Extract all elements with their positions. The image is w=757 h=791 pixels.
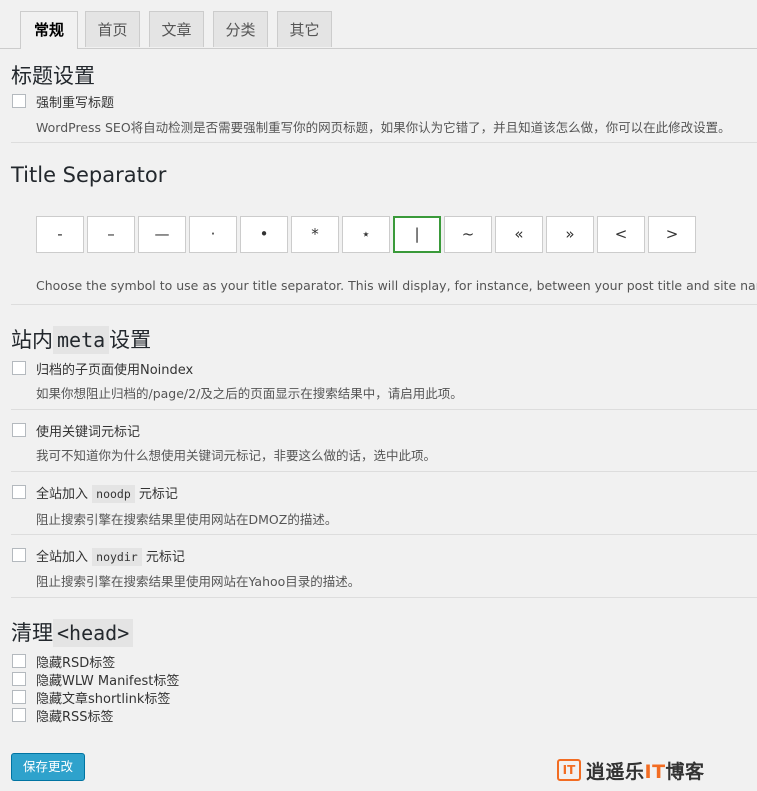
meta-heading-code: meta: [53, 326, 110, 354]
force-rewrite-description: WordPress SEO将自动检测是否需要强制重写你的网页标题，如果你认为它错…: [36, 120, 731, 135]
hide-rss-label: 隐藏RSS标签: [36, 710, 114, 725]
head-cleanup-heading: 清理 <head>: [11, 617, 134, 647]
noodp-description: 阻止搜索引擎在搜索结果里使用网站在DMOZ的描述。: [36, 512, 338, 527]
hide-wlw-checkbox[interactable]: [12, 672, 26, 686]
separator-option-greater-than[interactable]: >: [648, 216, 696, 253]
divider: [11, 304, 757, 305]
keywords-description: 我可不知道你为什么想使用关键词元标记，非要这么做的话，选中此项。: [36, 448, 437, 463]
tab-other[interactable]: 其它: [277, 11, 332, 47]
noydir-label-prefix: 全站加入: [36, 550, 89, 565]
head-heading-prefix: 清理: [11, 621, 53, 645]
tab-homepage[interactable]: 首页: [85, 11, 140, 47]
it-logo-icon: IT: [557, 759, 581, 781]
keywords-checkbox[interactable]: [12, 423, 26, 437]
separator-option-tilde[interactable]: ~: [444, 216, 492, 253]
noindex-description: 如果你想阻止归档的/page/2/及之后的页面显示在搜索结果中，请启用此项。: [36, 386, 463, 401]
keywords-label: 使用关键词元标记: [36, 425, 141, 440]
tab-posts[interactable]: 文章: [149, 11, 204, 47]
hide-rsd-label: 隐藏RSD标签: [36, 656, 116, 671]
noodp-label-prefix: 全站加入: [36, 487, 89, 502]
hide-rsd-checkbox[interactable]: [12, 654, 26, 668]
noindex-checkbox[interactable]: [12, 361, 26, 375]
hide-wlw-label: 隐藏WLW Manifest标签: [36, 674, 180, 689]
head-heading-code: <head>: [53, 619, 134, 647]
hide-rss-checkbox[interactable]: [12, 708, 26, 722]
separator-option-middot[interactable]: ·: [189, 216, 237, 253]
hide-shortlink-label: 隐藏文章shortlink标签: [36, 692, 171, 707]
noodp-label: 全站加入 noodp 元标记: [36, 483, 178, 503]
watermark-text-it: IT: [644, 761, 666, 783]
divider: [11, 534, 757, 535]
separator-option-em-dash[interactable]: —: [138, 216, 186, 253]
tab-categories[interactable]: 分类: [213, 11, 268, 47]
save-button[interactable]: 保存更改: [11, 753, 85, 781]
noydir-label-suffix: 元标记: [145, 550, 185, 565]
watermark-text: 逍遥乐IT博客: [586, 757, 705, 784]
force-rewrite-checkbox[interactable]: [12, 94, 26, 108]
meta-settings-heading: 站内 meta 设置: [11, 324, 151, 354]
separator-option-laquo[interactable]: «: [495, 216, 543, 253]
tab-general[interactable]: 常规: [20, 11, 78, 49]
separator-option-dash[interactable]: -: [36, 216, 84, 253]
force-rewrite-label: 强制重写标题: [36, 96, 115, 111]
noodp-checkbox[interactable]: [12, 485, 26, 499]
separator-option-raquo[interactable]: »: [546, 216, 594, 253]
divider: [11, 142, 757, 143]
noindex-label: 归档的子页面使用Noindex: [36, 363, 194, 378]
divider: [11, 471, 757, 472]
separator-option-bullet[interactable]: •: [240, 216, 288, 253]
title-settings-heading: 标题设置: [11, 64, 95, 88]
divider: [11, 409, 757, 410]
noodp-code: noodp: [92, 485, 135, 503]
noydir-description: 阻止搜索引擎在搜索结果里使用网站在Yahoo目录的描述。: [36, 574, 361, 589]
meta-heading-suffix: 设置: [109, 328, 152, 352]
separator-description: Choose the symbol to use as your title s…: [36, 278, 757, 293]
noydir-label: 全站加入 noydir 元标记: [36, 546, 185, 566]
noydir-checkbox[interactable]: [12, 548, 26, 562]
meta-heading-prefix: 站内: [11, 328, 53, 352]
separator-option-asterisk[interactable]: *: [291, 216, 339, 253]
watermark-text-pre: 逍遥乐: [586, 761, 645, 783]
noodp-label-suffix: 元标记: [138, 487, 178, 502]
divider: [11, 597, 757, 598]
separator-option-less-than[interactable]: <: [597, 216, 645, 253]
settings-tabs: 常规 首页 文章 分类 其它: [0, 11, 757, 49]
separator-option-pipe[interactable]: |: [393, 216, 441, 253]
noydir-code: noydir: [92, 548, 142, 566]
hide-shortlink-checkbox[interactable]: [12, 690, 26, 704]
separator-option-en-dash[interactable]: –: [87, 216, 135, 253]
separator-heading: Title Separator: [11, 163, 167, 187]
watermark-text-post: 博客: [665, 761, 705, 783]
separator-option-star[interactable]: ⋆: [342, 216, 390, 253]
